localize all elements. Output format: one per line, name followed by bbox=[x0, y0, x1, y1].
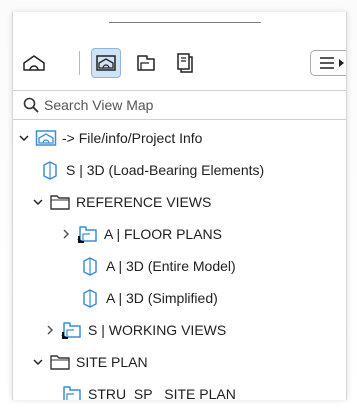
floor-plan-linked-icon bbox=[61, 320, 83, 340]
chevron-down-icon[interactable] bbox=[31, 355, 45, 369]
tree-item-floor-plans[interactable]: A | FLOOR PLANS bbox=[13, 218, 346, 250]
tree-item-label: -> File/info/Project Info bbox=[62, 130, 203, 146]
panel-drag-handle[interactable] bbox=[109, 22, 261, 23]
search-bar bbox=[13, 90, 346, 120]
toolbar-separator bbox=[79, 51, 80, 75]
tree-item-working-views[interactable]: S | WORKING VIEWS bbox=[13, 314, 346, 346]
tree-item-site-plan-folder[interactable]: SITE PLAN bbox=[13, 346, 346, 378]
tree-item-label: A | 3D (Entire Model) bbox=[106, 258, 236, 274]
folder-icon bbox=[49, 192, 71, 212]
tree-item-label: REFERENCE VIEWS bbox=[76, 194, 212, 210]
publisher-sets-icon bbox=[173, 52, 195, 74]
tree-item-label: A | 3D (Simplified) bbox=[106, 290, 218, 306]
tree-item-project-info[interactable]: -> File/info/Project Info bbox=[13, 122, 346, 154]
view-map-root-icon bbox=[35, 128, 57, 148]
layout-book-button[interactable] bbox=[131, 48, 161, 78]
floor-plan-linked-icon bbox=[77, 224, 99, 244]
3d-view-icon bbox=[79, 288, 101, 308]
chevron-right-icon[interactable] bbox=[59, 227, 73, 241]
publisher-sets-button[interactable] bbox=[169, 48, 199, 78]
tree-item-label: S | WORKING VIEWS bbox=[88, 322, 227, 338]
project-map-button[interactable] bbox=[19, 48, 49, 78]
project-map-icon bbox=[22, 53, 46, 73]
tree-item-stru-site-plan[interactable]: STRU_SP_ SITE PLAN bbox=[13, 378, 346, 400]
view-map-panel: -> File/info/Project Info S | 3D (Load-B… bbox=[12, 12, 347, 400]
hamburger-menu-icon bbox=[317, 56, 346, 70]
search-icon bbox=[13, 91, 39, 119]
chevron-down-icon[interactable] bbox=[31, 195, 45, 209]
floor-plan-icon bbox=[61, 384, 83, 400]
view-map-tree: -> File/info/Project Info S | 3D (Load-B… bbox=[13, 122, 346, 400]
window-frame: -> File/info/Project Info S | 3D (Load-B… bbox=[0, 0, 357, 408]
panel-menu-button[interactable] bbox=[310, 50, 346, 76]
tree-item-3d-simplified[interactable]: A | 3D (Simplified) bbox=[13, 282, 346, 314]
view-map-button[interactable] bbox=[91, 48, 121, 78]
tree-item-label: STRU_SP_ SITE PLAN bbox=[88, 386, 236, 400]
folder-icon bbox=[49, 352, 71, 372]
search-input[interactable] bbox=[44, 97, 324, 113]
3d-view-icon bbox=[39, 160, 61, 180]
tree-item-label: SITE PLAN bbox=[76, 354, 148, 370]
tree-item-3d-load-bearing[interactable]: S | 3D (Load-Bearing Elements) bbox=[13, 154, 346, 186]
3d-view-icon bbox=[79, 256, 101, 276]
tree-item-reference-views[interactable]: REFERENCE VIEWS bbox=[13, 186, 346, 218]
chevron-down-icon[interactable] bbox=[17, 131, 31, 145]
view-map-icon bbox=[95, 53, 117, 73]
layout-book-icon bbox=[135, 53, 157, 73]
tree-item-label: A | FLOOR PLANS bbox=[104, 226, 223, 242]
navigator-toolbar bbox=[13, 38, 346, 88]
tree-item-3d-entire-model[interactable]: A | 3D (Entire Model) bbox=[13, 250, 346, 282]
tree-item-label: S | 3D (Load-Bearing Elements) bbox=[66, 162, 265, 178]
chevron-right-icon[interactable] bbox=[43, 323, 57, 337]
